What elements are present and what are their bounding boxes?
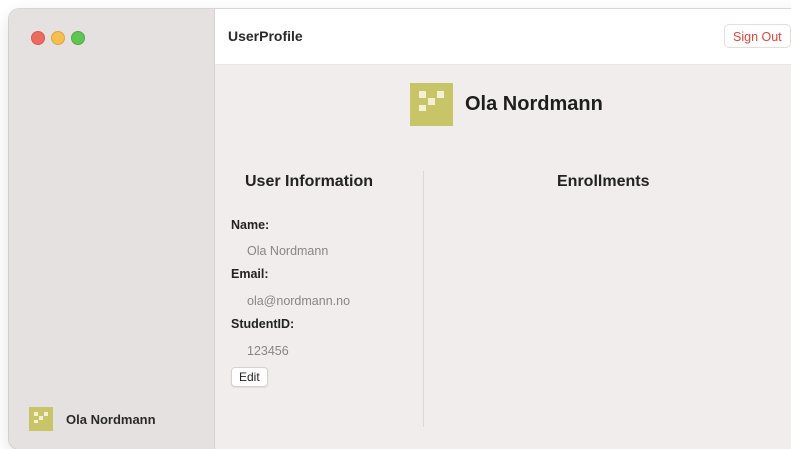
edit-button[interactable]: Edit [231,367,268,387]
sign-out-button[interactable]: Sign Out [724,24,791,48]
name-label: Name: [231,218,270,232]
column-divider [423,171,424,427]
identicon-icon [410,83,453,126]
maximize-window-button[interactable] [71,31,85,45]
email-value: ola@nordmann.no [247,294,351,308]
email-label: Email: [231,267,269,281]
main-content: Ola Nordmann User Information Enrollment… [215,65,791,449]
enrollments-heading: Enrollments [557,173,650,190]
window-title: UserProfile [228,28,303,44]
app-window: Ola Nordmann UserProfile Sign Out Ola No… [9,9,791,449]
sidebar-user-name: Ola Nordmann [66,411,156,427]
profile-name: Ola Nordmann [465,93,603,115]
sidebar-user-item[interactable]: Ola Nordmann [29,407,156,431]
user-information-heading: User Information [245,173,374,190]
name-value: Ola Nordmann [247,244,329,258]
close-window-button[interactable] [31,31,45,45]
student-id-value: 123456 [247,344,289,358]
avatar [29,407,53,431]
student-id-label: StudentID: [231,317,295,331]
toolbar: UserProfile Sign Out [215,9,791,65]
identicon-icon [29,407,53,431]
avatar [410,83,453,126]
sidebar: Ola Nordmann [9,9,215,449]
minimize-window-button[interactable] [51,31,65,45]
profile-header: Ola Nordmann [410,83,603,126]
